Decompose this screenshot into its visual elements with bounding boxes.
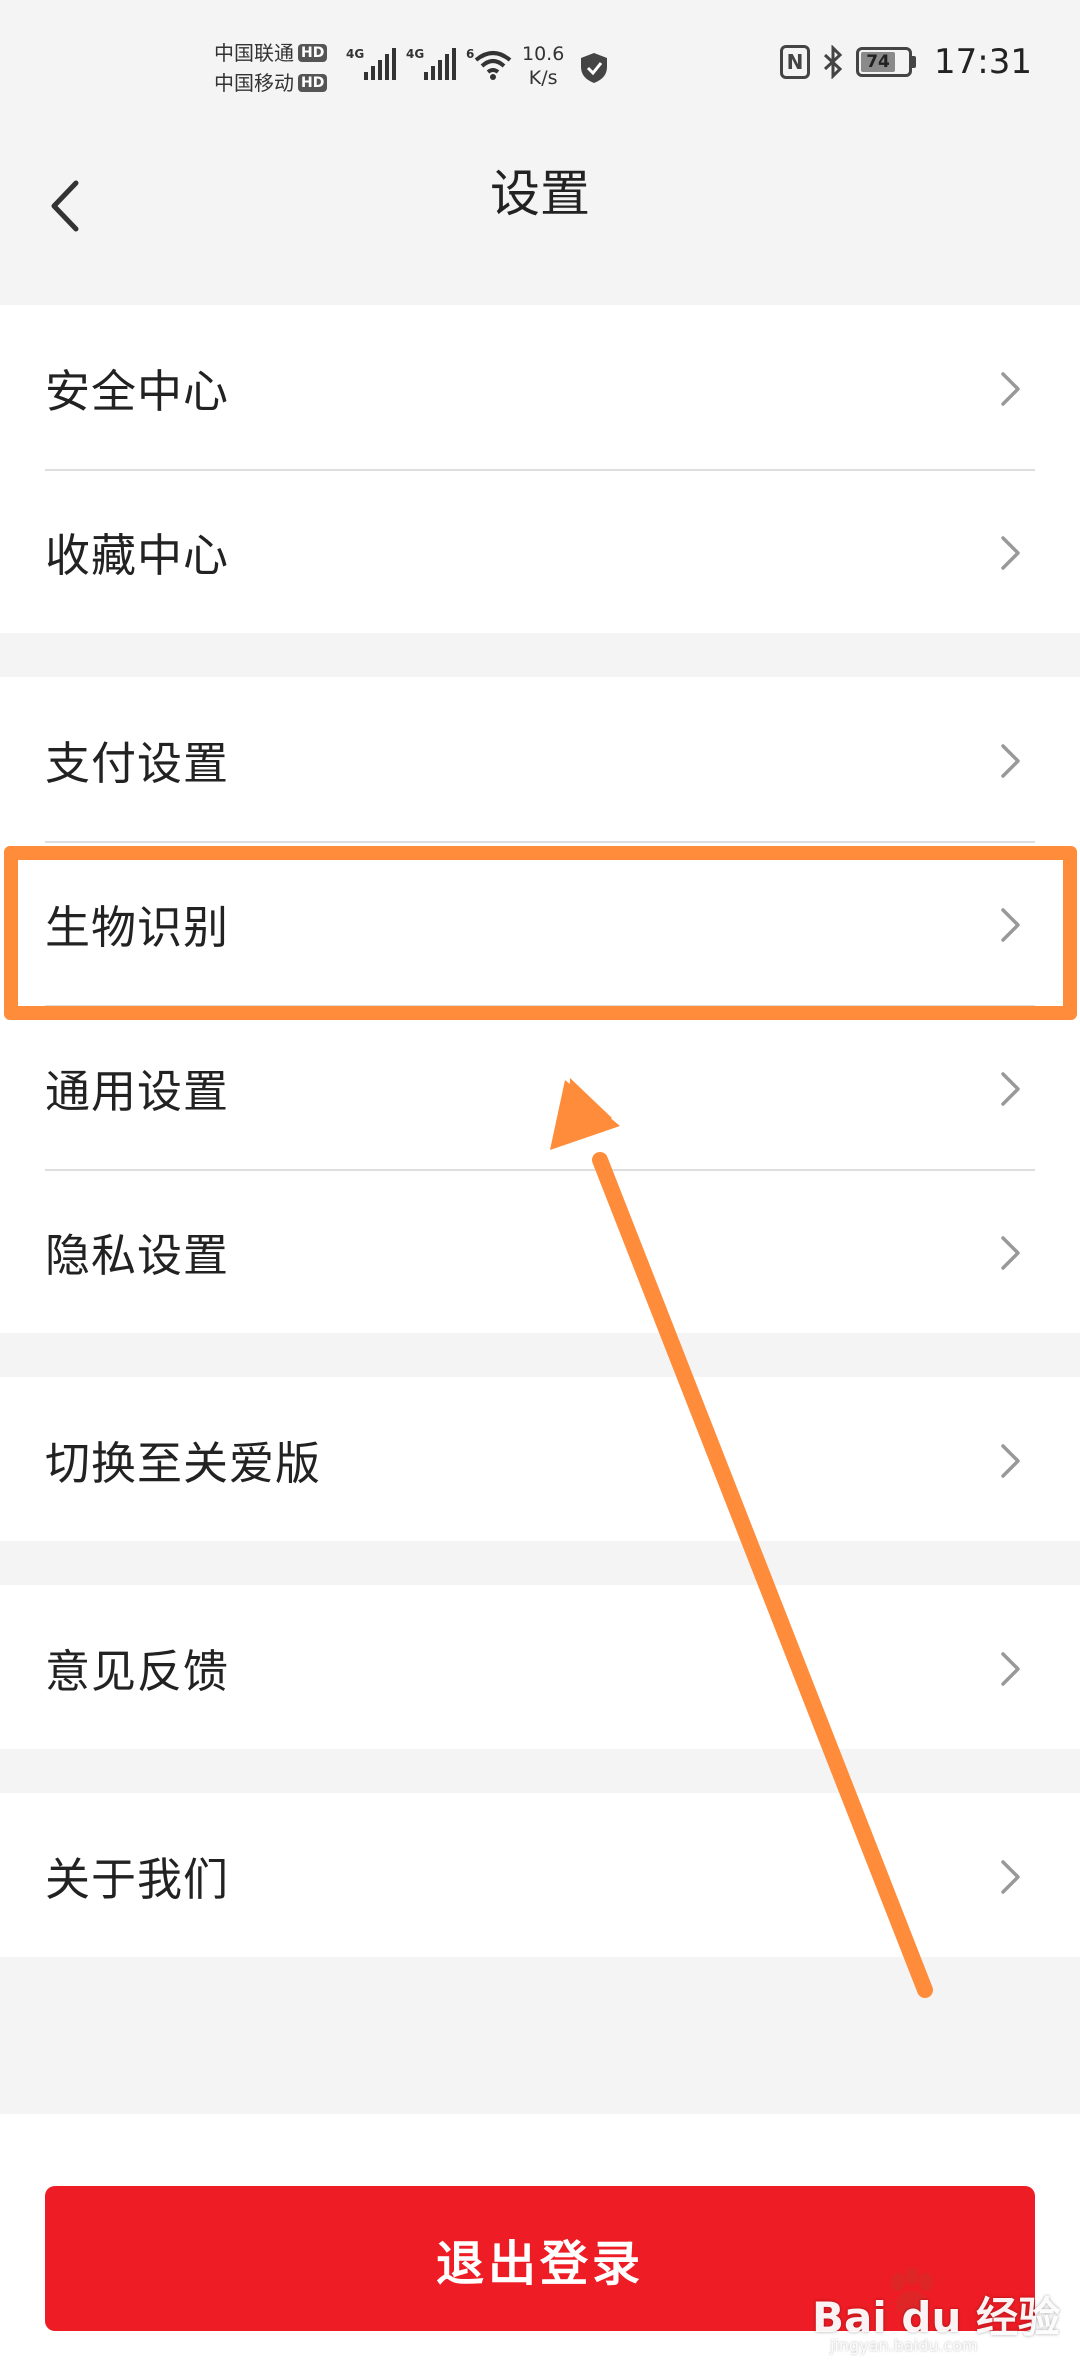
speed-value: 10.6 xyxy=(522,43,565,65)
settings-group: 切换至关爱版 xyxy=(0,1377,1080,1541)
logout-section: 退出登录 xyxy=(0,2114,1080,2376)
settings-item-label: 支付设置 xyxy=(45,736,230,790)
settings-item[interactable]: 意见反馈 xyxy=(0,1585,1080,1749)
settings-item[interactable]: 隐私设置 xyxy=(0,1169,1080,1333)
settings-item-label: 收藏中心 xyxy=(45,528,230,582)
shield-icon xyxy=(581,53,607,83)
settings-group: 意见反馈 xyxy=(0,1585,1080,1749)
settings-item-label: 意见反馈 xyxy=(45,1644,230,1698)
settings-item-label: 安全中心 xyxy=(45,364,230,418)
settings-item-label: 隐私设置 xyxy=(45,1228,230,1282)
nfc-icon: N xyxy=(780,45,811,79)
settings-page: 中国联通 HD 中国移动 HD 4G 4G 6 10.6 K/s N 74 17… xyxy=(0,0,1080,2376)
logout-button[interactable]: 退出登录 xyxy=(45,2186,1035,2331)
speed-unit: K/s xyxy=(528,67,558,89)
chevron-right-icon xyxy=(1001,1860,1020,1894)
page-title: 设置 xyxy=(490,165,590,223)
status-right: N 74 17:31 xyxy=(780,42,1032,82)
hd-badge: HD xyxy=(298,44,328,62)
chevron-right-icon xyxy=(1001,1236,1020,1270)
chevron-right-icon xyxy=(1001,1072,1020,1106)
settings-item[interactable]: 收藏中心 xyxy=(0,469,1080,633)
chevron-right-icon xyxy=(1001,908,1020,942)
settings-item[interactable]: 通用设置 xyxy=(0,1005,1080,1169)
status-bar: 中国联通 HD 中国移动 HD 4G 4G 6 10.6 K/s N 74 17… xyxy=(0,0,1080,134)
settings-group: 安全中心 收藏中心 xyxy=(0,305,1080,633)
cell-signal-icon: 4G xyxy=(346,47,396,80)
chevron-right-icon xyxy=(1001,536,1020,570)
chevron-right-icon xyxy=(1001,744,1020,778)
nav-header: 设置 xyxy=(0,134,1080,304)
battery-icon: 74 xyxy=(856,47,917,77)
carrier-info: 中国联通 HD 中国移动 HD xyxy=(214,38,328,98)
settings-item[interactable]: 安全中心 xyxy=(0,305,1080,469)
settings-item[interactable]: 支付设置 xyxy=(0,677,1080,841)
network-type-label: 4G xyxy=(406,47,424,61)
clock: 17:31 xyxy=(934,42,1032,82)
hd-badge: HD xyxy=(298,74,328,92)
network-speed: 10.6 K/s xyxy=(522,42,564,90)
carrier-2: 中国移动 xyxy=(214,71,294,95)
network-type-label: 4G xyxy=(346,47,364,61)
chevron-right-icon xyxy=(1001,1652,1020,1686)
wifi-label: 6 xyxy=(466,47,474,61)
bluetooth-icon xyxy=(823,45,843,79)
settings-item-label: 关于我们 xyxy=(45,1852,230,1906)
settings-item[interactable]: 切换至关爱版 xyxy=(0,1377,1080,1541)
wifi-icon: 6 xyxy=(466,47,512,80)
settings-group: 支付设置生物识别通用设置隐私设置 xyxy=(0,677,1080,1333)
settings-item-label: 生物识别 xyxy=(45,900,230,954)
settings-item-label: 切换至关爱版 xyxy=(45,1436,322,1490)
settings-item[interactable]: 关于我们 xyxy=(0,1793,1080,1957)
settings-item-label: 通用设置 xyxy=(45,1064,230,1118)
battery-level: 74 xyxy=(861,52,896,72)
cell-signal-icon: 4G xyxy=(406,47,456,80)
chevron-right-icon xyxy=(1001,1444,1020,1478)
carrier-1: 中国联通 xyxy=(214,41,294,65)
settings-group: 关于我们 xyxy=(0,1793,1080,1957)
settings-item[interactable]: 生物识别 xyxy=(0,841,1080,1005)
chevron-right-icon xyxy=(1001,372,1020,406)
